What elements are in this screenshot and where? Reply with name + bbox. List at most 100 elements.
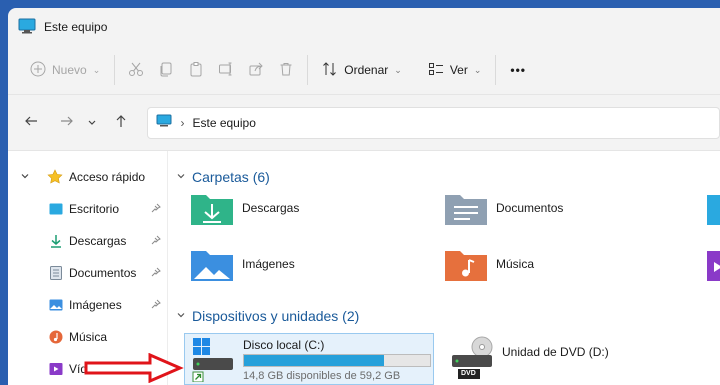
dvd-badge: DVD bbox=[461, 370, 476, 377]
videos-folder-icon[interactable] bbox=[706, 247, 720, 286]
view-icon bbox=[428, 61, 444, 80]
chevron-down-icon bbox=[176, 310, 186, 323]
red-arrow-annotation bbox=[84, 352, 184, 385]
scissors-icon bbox=[128, 61, 144, 80]
copy-icon bbox=[158, 61, 174, 80]
more-options-label: ••• bbox=[510, 63, 526, 77]
paste-button[interactable] bbox=[181, 54, 211, 86]
arrow-up-icon bbox=[114, 114, 128, 131]
drive-tile-dvd-d[interactable]: DVD Unidad de DVD (D:) bbox=[444, 333, 694, 385]
command-bar: Nuevo ⌄ Ordenar ⌄ Ver ⌄ ••• bbox=[8, 46, 720, 94]
up-button[interactable] bbox=[106, 108, 136, 138]
chevron-down-icon: ⌄ bbox=[394, 64, 402, 75]
drives-section-header[interactable]: Dispositivos y unidades (2) bbox=[176, 308, 359, 324]
pictures-folder-icon bbox=[190, 247, 234, 286]
cut-button[interactable] bbox=[121, 54, 151, 86]
downloads-icon bbox=[48, 233, 64, 249]
sidebar-item-label: Imágenes bbox=[69, 298, 122, 312]
sidebar-item-pictures[interactable]: Imágenes bbox=[8, 289, 167, 321]
folder-label: Imágenes bbox=[242, 257, 295, 271]
folder-label: Música bbox=[496, 257, 535, 271]
breadcrumb-chevron-icon: › bbox=[180, 115, 185, 130]
music-folder-icon bbox=[444, 247, 488, 286]
navigation-row: › Este equipo bbox=[8, 94, 720, 150]
content-area: Acceso rápido Escritorio Descargas Docum… bbox=[8, 150, 720, 385]
chevron-down-icon[interactable] bbox=[20, 170, 34, 184]
drive-tile-local-c[interactable]: Disco local (C:) 14,8 GB disponibles de … bbox=[184, 333, 434, 385]
folder-label: Documentos bbox=[496, 201, 564, 215]
desktop-folder-icon[interactable] bbox=[706, 191, 720, 230]
sidebar-item-documents[interactable]: Documentos bbox=[8, 257, 167, 289]
title-bar: Este equipo bbox=[8, 8, 720, 46]
trash-icon bbox=[278, 61, 294, 80]
sidebar-quick-access[interactable]: Acceso rápido bbox=[8, 161, 167, 193]
sidebar-item-label: Acceso rápido bbox=[69, 170, 146, 184]
documents-folder-icon bbox=[444, 191, 488, 230]
pin-icon[interactable] bbox=[151, 235, 161, 248]
folders-section-title: Carpetas (6) bbox=[192, 169, 270, 185]
share-button[interactable] bbox=[241, 54, 271, 86]
desktop-icon bbox=[48, 201, 64, 217]
pin-icon[interactable] bbox=[151, 203, 161, 216]
more-options-button[interactable]: ••• bbox=[502, 54, 534, 86]
folder-label: Descargas bbox=[242, 201, 300, 215]
share-icon bbox=[248, 61, 264, 80]
drives-section-title: Dispositivos y unidades (2) bbox=[192, 308, 360, 324]
window-title: Este equipo bbox=[44, 20, 108, 34]
drive-name: Unidad de DVD (D:) bbox=[502, 345, 609, 359]
back-button[interactable] bbox=[16, 108, 46, 138]
new-button-label: Nuevo bbox=[52, 63, 87, 77]
address-bar[interactable]: › Este equipo bbox=[147, 106, 720, 139]
dvd-drive-icon bbox=[450, 335, 498, 385]
view-button[interactable]: Ver ⌄ bbox=[420, 54, 490, 86]
downloads-folder-icon bbox=[190, 191, 234, 230]
view-button-label: Ver bbox=[449, 63, 468, 77]
sort-button[interactable]: Ordenar ⌄ bbox=[314, 54, 410, 86]
documents-icon bbox=[48, 265, 64, 281]
folders-section-header[interactable]: Carpetas (6) bbox=[176, 169, 270, 185]
rename-icon bbox=[218, 61, 234, 80]
recent-locations-button[interactable] bbox=[82, 108, 102, 138]
pin-icon[interactable] bbox=[151, 299, 161, 312]
chevron-down-icon: ⌄ bbox=[92, 64, 101, 75]
arrow-right-icon bbox=[60, 114, 74, 131]
drive-usage-fill bbox=[244, 355, 384, 366]
folder-tile-music[interactable]: Música bbox=[444, 247, 534, 286]
sidebar-item-label: Música bbox=[69, 330, 108, 344]
chevron-down-icon bbox=[87, 116, 97, 130]
toolbar-divider bbox=[495, 55, 497, 85]
monitor-icon bbox=[18, 18, 36, 37]
new-button[interactable]: Nuevo ⌄ bbox=[22, 54, 108, 86]
drive-free-space: 14,8 GB disponibles de 59,2 GB bbox=[243, 370, 401, 382]
rename-button[interactable] bbox=[211, 54, 241, 86]
delete-button[interactable] bbox=[271, 54, 301, 86]
breadcrumb-current[interactable]: Este equipo bbox=[192, 116, 255, 130]
copy-button[interactable] bbox=[151, 54, 181, 86]
sort-icon bbox=[322, 61, 338, 80]
arrow-left-icon bbox=[24, 114, 38, 131]
star-icon bbox=[47, 169, 63, 185]
sidebar-item-downloads[interactable]: Descargas bbox=[8, 225, 167, 257]
folder-tile-pictures[interactable]: Imágenes bbox=[190, 247, 295, 286]
pin-icon[interactable] bbox=[151, 267, 161, 280]
folder-tile-downloads[interactable]: Descargas bbox=[190, 191, 299, 230]
chevron-down-icon: ⌄ bbox=[473, 64, 482, 75]
pictures-icon bbox=[48, 297, 64, 313]
explorer-window: Este equipo Nuevo ⌄ Ordenar ⌄ Ver ⌄ ••• … bbox=[8, 8, 720, 385]
main-pane: Carpetas (6) Descargas Documentos Imágen… bbox=[170, 151, 720, 385]
clipboard-icon bbox=[188, 61, 204, 80]
monitor-icon bbox=[156, 114, 172, 131]
sidebar-item-label: Escritorio bbox=[69, 202, 120, 216]
forward-button[interactable] bbox=[52, 108, 82, 138]
windows-drive-icon bbox=[191, 338, 235, 385]
sidebar-item-label: Descargas bbox=[69, 234, 127, 248]
videos-icon bbox=[48, 361, 64, 377]
toolbar-divider bbox=[307, 55, 309, 85]
plus-circle-icon bbox=[30, 61, 46, 80]
drive-name: Disco local (C:) bbox=[243, 338, 325, 352]
sidebar-item-music[interactable]: Música bbox=[8, 321, 167, 353]
sidebar-item-desktop[interactable]: Escritorio bbox=[8, 193, 167, 225]
sidebar-item-label: Documentos bbox=[69, 266, 137, 280]
sort-button-label: Ordenar bbox=[344, 63, 389, 77]
folder-tile-documents[interactable]: Documentos bbox=[444, 191, 563, 230]
